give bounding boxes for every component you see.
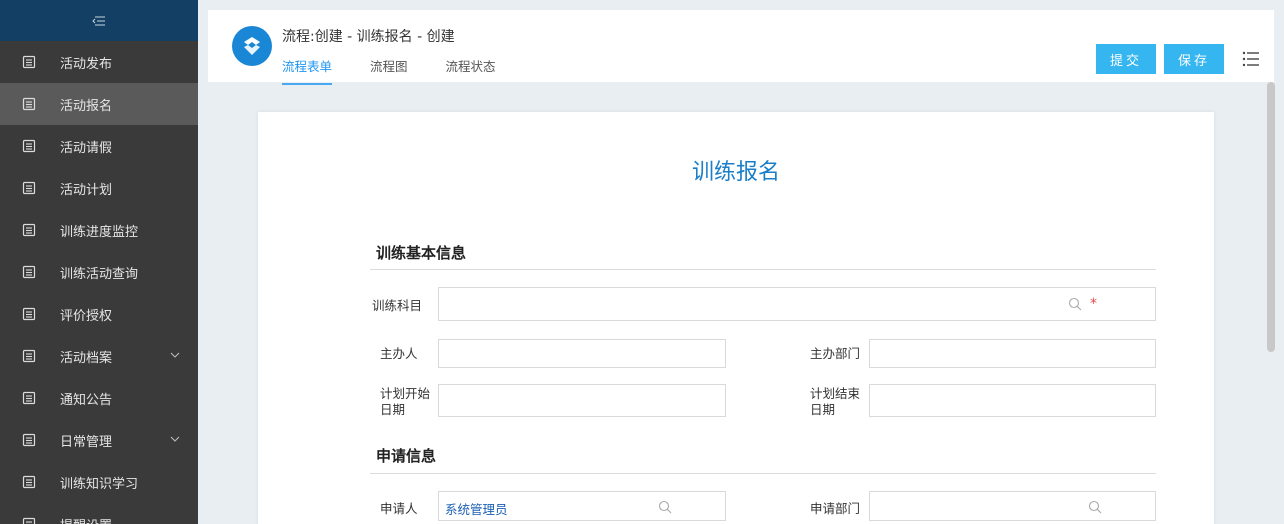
required-mark: * — [1090, 296, 1097, 312]
sidebar-item-label: 训练活动查询 — [60, 266, 139, 282]
page-header: 流程:创建 - 训练报名 - 创建 流程表单 流程图 流程状态 提交 保存 — [208, 10, 1274, 85]
document-icon — [22, 307, 36, 321]
sidebar-item-notice[interactable]: 通知公告 — [0, 377, 198, 419]
sidebar-item-label: 活动请假 — [60, 140, 113, 156]
plan-end-label-line1: 计划结束 — [810, 386, 861, 401]
sidebar-item-training-query[interactable]: 训练活动查询 — [0, 251, 198, 293]
organizer-dept-label: 主办部门 — [810, 346, 861, 361]
form-title: 训练报名 — [691, 160, 780, 185]
collapse-menu-icon — [92, 16, 105, 25]
page-title: 流程:创建 - 训练报名 - 创建 — [282, 29, 455, 45]
sidebar-item-training-knowledge[interactable]: 训练知识学习 — [0, 461, 198, 503]
sidebar-item-activity-publish[interactable]: 活动发布 — [0, 41, 198, 83]
sidebar-item-activity-signup[interactable]: 活动报名 — [0, 83, 198, 125]
logo-icon — [244, 37, 260, 55]
subject-label: 训练科目 — [372, 298, 423, 313]
chevron-down-icon — [170, 352, 180, 358]
plan-end-date-input[interactable] — [869, 384, 1156, 417]
section-divider — [370, 473, 1156, 474]
applicant-label: 申请人 — [380, 501, 418, 516]
plan-end-label-line2: 日期 — [810, 402, 836, 417]
document-icon — [22, 475, 36, 489]
plan-start-label-line2: 日期 — [380, 402, 406, 417]
sidebar-item-label: 通知公告 — [60, 392, 113, 408]
organizer-label: 主办人 — [380, 346, 418, 361]
organizer-input[interactable] — [438, 339, 726, 368]
sidebar: 活动发布 活动报名 活动请假 活动计划 训练进度监控 训练活动查询 评价授权 活… — [0, 0, 198, 524]
subject-input[interactable] — [438, 287, 1156, 321]
document-icon — [22, 433, 36, 447]
sidebar-item-label: 活动报名 — [60, 98, 113, 114]
tab-bar: 流程表单 流程图 流程状态 — [282, 56, 534, 85]
search-icon[interactable] — [1088, 500, 1102, 514]
sidebar-item-label: 训练知识学习 — [60, 476, 139, 492]
search-icon[interactable] — [658, 500, 672, 514]
form-card: 训练报名 训练基本信息 训练科目 * 主办人 主办部门 计划开始 日期 计划结束… — [258, 112, 1214, 524]
sidebar-item-activity-archive[interactable]: 活动档案 — [0, 335, 198, 377]
applicant-dept-label: 申请部门 — [810, 501, 861, 516]
tab-process-status[interactable]: 流程状态 — [446, 56, 496, 85]
sidebar-item-label: 活动发布 — [60, 56, 113, 72]
document-icon — [22, 349, 36, 363]
main-area: 流程:创建 - 训练报名 - 创建 流程表单 流程图 流程状态 提交 保存 训练… — [198, 0, 1284, 524]
save-button[interactable]: 保存 — [1164, 44, 1224, 74]
tab-process-form[interactable]: 流程表单 — [282, 56, 333, 85]
tab-process-diagram[interactable]: 流程图 — [370, 56, 408, 85]
sidebar-item-label: 评价授权 — [60, 308, 113, 324]
sidebar-item-training-progress[interactable]: 训练进度监控 — [0, 209, 198, 251]
applicant-dept-input[interactable] — [869, 491, 1156, 521]
sidebar-item-daily-management[interactable]: 日常管理 — [0, 419, 198, 461]
document-icon — [22, 265, 36, 279]
document-icon — [22, 223, 36, 237]
vertical-scrollbar[interactable] — [1266, 82, 1276, 522]
search-icon[interactable] — [1068, 297, 1082, 311]
section-divider — [370, 269, 1156, 270]
list-menu-icon[interactable] — [1242, 50, 1260, 68]
sidebar-item-activity-leave[interactable]: 活动请假 — [0, 125, 198, 167]
chevron-down-icon — [170, 436, 180, 442]
sidebar-item-label: 活动档案 — [60, 350, 113, 366]
sidebar-item-activity-plan[interactable]: 活动计划 — [0, 167, 198, 209]
plan-start-label: 计划开始 日期 — [380, 386, 430, 418]
section-title-application-info: 申请信息 — [376, 447, 437, 465]
sidebar-item-label: 训练进度监控 — [60, 224, 139, 240]
sidebar-item-reminder-settings[interactable]: 提醒设置 — [0, 503, 198, 524]
sidebar-item-label: 提醒设置 — [60, 515, 112, 524]
document-icon — [22, 139, 36, 153]
document-icon — [22, 181, 36, 195]
document-icon — [22, 517, 36, 524]
scrollbar-thumb[interactable] — [1267, 82, 1275, 352]
app-logo — [232, 26, 272, 66]
plan-start-label-line1: 计划开始 — [380, 386, 431, 401]
plan-end-label: 计划结束 日期 — [810, 386, 860, 418]
section-title-basic-info: 训练基本信息 — [376, 244, 467, 262]
document-icon — [22, 391, 36, 405]
sidebar-item-label: 活动计划 — [60, 182, 113, 198]
sidebar-collapse-toggle[interactable] — [0, 0, 198, 41]
document-icon — [22, 97, 36, 111]
organizer-dept-input[interactable] — [869, 339, 1156, 368]
sidebar-item-label: 日常管理 — [60, 434, 113, 450]
document-icon — [22, 55, 36, 69]
submit-button[interactable]: 提交 — [1096, 44, 1156, 74]
plan-start-date-input[interactable] — [438, 384, 726, 417]
sidebar-item-evaluation-auth[interactable]: 评价授权 — [0, 293, 198, 335]
applicant-input[interactable]: 系统管理员 — [438, 491, 726, 521]
